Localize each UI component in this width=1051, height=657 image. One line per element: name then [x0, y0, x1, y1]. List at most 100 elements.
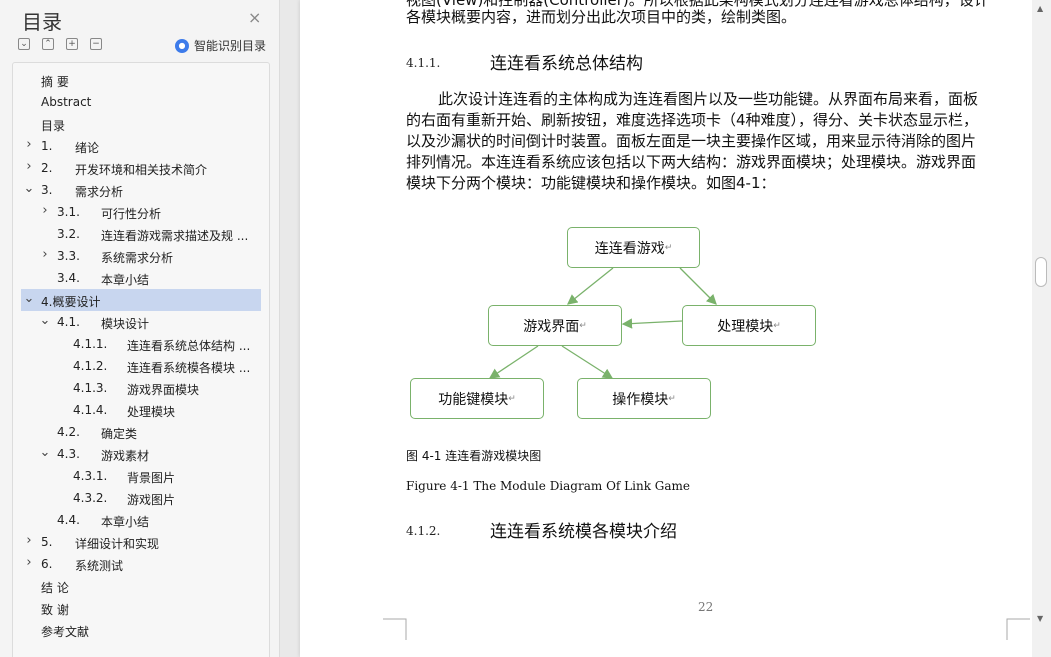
close-icon[interactable]: × [248, 8, 261, 27]
toc-item-label: 游戏素材 [101, 449, 150, 463]
toc-item-label: 目录 [41, 119, 66, 133]
toc-item[interactable]: 4.1.4. 处理模块 [21, 399, 261, 421]
toc-item-label: 需求分析 [75, 185, 124, 199]
collapse-all-icon[interactable]: ⌃ [42, 38, 54, 50]
toc-item-number: 4.1.2. [73, 359, 108, 373]
toc-item-label: 游戏图片 [127, 493, 176, 507]
toc-item[interactable]: 4.1.2. 连连看系统模各模块 ... [21, 355, 261, 377]
chevron-right-icon[interactable]: › [23, 555, 35, 570]
toc-item-number: 2. [41, 161, 53, 175]
diagram-node-proc: 处理模块 ↵ [682, 305, 816, 346]
toc-item-label: 系统需求分析 [101, 251, 174, 265]
toc-item[interactable]: ⌄ 4.3. 游戏素材 [21, 443, 261, 465]
toc-item-label: 致 谢 [41, 603, 69, 617]
diagram-arrow [679, 267, 717, 305]
toc-item[interactable]: 4.3.2. 游戏图片 [21, 487, 261, 509]
toc-item[interactable]: ⌄ 4.1. 模块设计 [21, 311, 261, 333]
toc-item[interactable]: 3.2. 连连看游戏需求描述及规 ... [21, 223, 261, 245]
chevron-right-icon[interactable]: › [39, 203, 51, 218]
toc-item-label: 游戏界面模块 [127, 383, 200, 397]
toc-item-label: 连连看系统总体结构 ... [127, 339, 251, 353]
scroll-down-icon[interactable]: ▼ [1037, 614, 1043, 623]
diagram-arrow [488, 345, 539, 379]
crop-mark [1006, 618, 1030, 640]
toc-item-label: 处理模块 [127, 405, 176, 419]
toc-item-number: 3.1. [57, 205, 80, 219]
toc-item-label: 确定类 [101, 427, 138, 441]
toc-item-label: 开发环境和相关技术简介 [75, 163, 208, 177]
smart-toc-button[interactable]: ● 智能识别目录 [175, 37, 266, 54]
toc-item-label: 详细设计和实现 [75, 537, 160, 551]
toc-item[interactable]: 4.3.1. 背景图片 [21, 465, 261, 487]
chevron-right-icon[interactable]: › [39, 247, 51, 262]
toc-item-label: 结 论 [41, 581, 69, 595]
sidebar-title: 目录 [22, 10, 62, 34]
toc-item-label: 摘 要 [41, 75, 69, 89]
figure-caption-en: Figure 4-1 The Module Diagram Of Link Ga… [406, 479, 691, 493]
smart-toc-label: 智能识别目录 [194, 39, 267, 53]
toc-item-label: 连连看系统模各模块 ... [127, 361, 251, 375]
toc-item[interactable]: 结 论 [21, 575, 261, 597]
toc-item-number: 1. [41, 139, 53, 153]
page-number: 22 [698, 600, 714, 614]
diagram-arrow [621, 318, 683, 329]
toc-item[interactable]: › 1. 绪论 [21, 135, 261, 157]
toc-item-label: 参考文献 [41, 625, 90, 639]
toc-item-number: 6. [41, 557, 53, 571]
chevron-right-icon[interactable]: › [23, 137, 35, 152]
toc-item-label: 连连看游戏需求描述及规 ... [101, 229, 249, 243]
expand-all-icon[interactable]: ⌄ [18, 38, 30, 50]
toc-item-number: 3.3. [57, 249, 80, 263]
toc-item[interactable]: 3.4. 本章小结 [21, 267, 261, 289]
toc-item[interactable]: 致 谢 [21, 597, 261, 619]
toc-item[interactable]: › 3.1. 可行性分析 [21, 201, 261, 223]
toc-item[interactable]: 4.2. 确定类 [21, 421, 261, 443]
diagram-arrow [566, 267, 614, 305]
toc-item-number: 4.4. [57, 513, 80, 527]
remove-heading-icon[interactable]: − [90, 38, 102, 50]
toc-item-label: 模块设计 [101, 317, 150, 331]
chevron-down-icon[interactable]: ⌄ [23, 291, 35, 306]
toc-item[interactable]: › 2. 开发环境和相关技术简介 [21, 157, 261, 179]
vertical-scrollbar[interactable]: ▲ ▼ [1032, 0, 1051, 657]
diagram-node-ui: 游戏界面 ↵ [488, 305, 622, 346]
toc-item[interactable]: 目录 [21, 113, 261, 135]
toc-item-label: 绪论 [75, 141, 100, 155]
figure-caption-cn: 图 4-1 连连看游戏模块图 [406, 449, 542, 463]
diagram-arrow [561, 345, 614, 379]
add-heading-icon[interactable]: + [66, 38, 78, 50]
chevron-down-icon[interactable]: ⌄ [39, 445, 51, 460]
module-diagram-arrows [488, 267, 717, 379]
toc-item[interactable]: Abstract [21, 91, 261, 113]
toc-item-number: 4.3.1. [73, 469, 108, 483]
toc-item-number: 4.3.2. [73, 491, 108, 505]
toc-item-number: 4.1.1. [73, 337, 108, 351]
toc-item-number: 3.4. [57, 271, 80, 285]
chevron-right-icon[interactable]: › [23, 159, 35, 174]
document-page: 视图(View)和控制器(Controller)。所以根据此架构模式划分连连看游… [300, 0, 1032, 657]
toc-item-number: 4.1.3. [73, 381, 108, 395]
ai-icon: ● [175, 38, 189, 53]
toc-item-label: 4.概要设计 [41, 295, 101, 309]
scroll-up-icon[interactable]: ▲ [1037, 4, 1043, 13]
toc-item[interactable]: 4.1.3. 游戏界面模块 [21, 377, 261, 399]
toc-item-label: 可行性分析 [101, 207, 162, 221]
toc-item[interactable]: 摘 要 [21, 69, 261, 91]
toc-item[interactable]: 参考文献 [21, 619, 261, 641]
toc-item-number: 4.1. [57, 315, 80, 329]
toc-item[interactable]: › 6. 系统测试 [21, 553, 261, 575]
chevron-right-icon[interactable]: › [23, 533, 35, 548]
diagram-node-func: 功能键模块 ↵ [410, 378, 544, 419]
toc-item[interactable]: 4.1.1. 连连看系统总体结构 ... [21, 333, 261, 355]
toc-item[interactable]: ⌄ 4.概要设计 [21, 289, 261, 311]
chevron-down-icon[interactable]: ⌄ [39, 313, 51, 328]
toc-item[interactable]: › 5. 详细设计和实现 [21, 531, 261, 553]
toc-list: 摘 要 Abstract 目录 › 1. 绪论 › 2. 开发环境和相关技术简介 ⌄ 3. 需求分析 ›… [12, 62, 270, 657]
toc-item-number: 3.2. [57, 227, 80, 241]
toc-item[interactable]: › 3.3. 系统需求分析 [21, 245, 261, 267]
toc-item-number: 3. [41, 183, 53, 197]
chevron-down-icon[interactable]: ⌄ [23, 181, 35, 196]
scrollbar-thumb[interactable] [1035, 257, 1047, 287]
toc-item[interactable]: 4.4. 本章小结 [21, 509, 261, 531]
toc-item[interactable]: ⌄ 3. 需求分析 [21, 179, 261, 201]
